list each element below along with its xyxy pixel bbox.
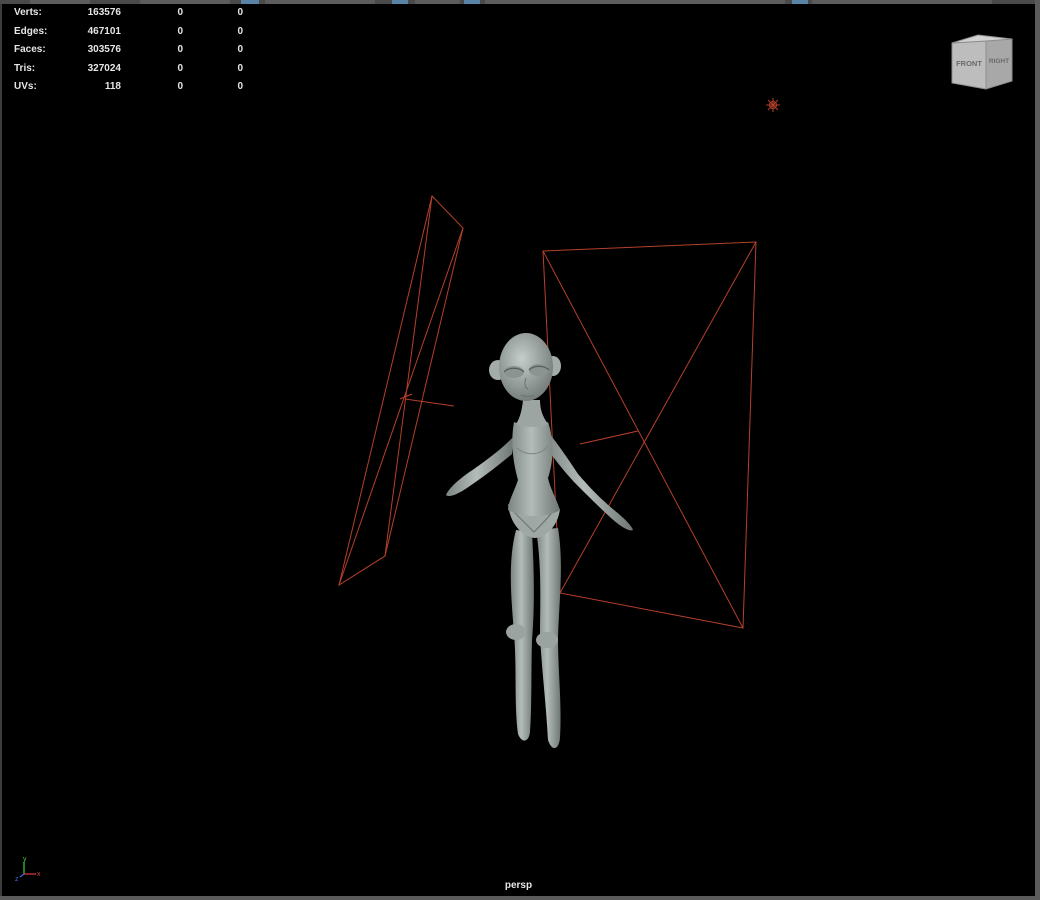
area-light-left[interactable] [338, 194, 464, 587]
axis-x-label: x [37, 871, 41, 878]
viewport-frame-bottom [0, 896, 1040, 900]
scene-canvas[interactable] [2, 4, 1035, 897]
viewcube-front-label[interactable]: FRONT [956, 59, 982, 68]
axis-gizmo-icon: y x z [14, 856, 44, 883]
area-light-right[interactable] [542, 241, 757, 629]
viewport-frame-right [1035, 0, 1040, 900]
perspective-viewport[interactable]: Verts: 163576 0 0 Edges: 467101 0 0 Face… [2, 4, 1035, 897]
viewcube-right-label[interactable]: RIGHT [989, 58, 1009, 65]
axis-y-label: y [23, 856, 27, 863]
camera-name-label: persp [504, 880, 533, 891]
character-model[interactable] [446, 333, 633, 749]
point-light-icon[interactable] [766, 98, 780, 112]
viewcube-icon[interactable]: FRONT RIGHT [950, 33, 1014, 93]
